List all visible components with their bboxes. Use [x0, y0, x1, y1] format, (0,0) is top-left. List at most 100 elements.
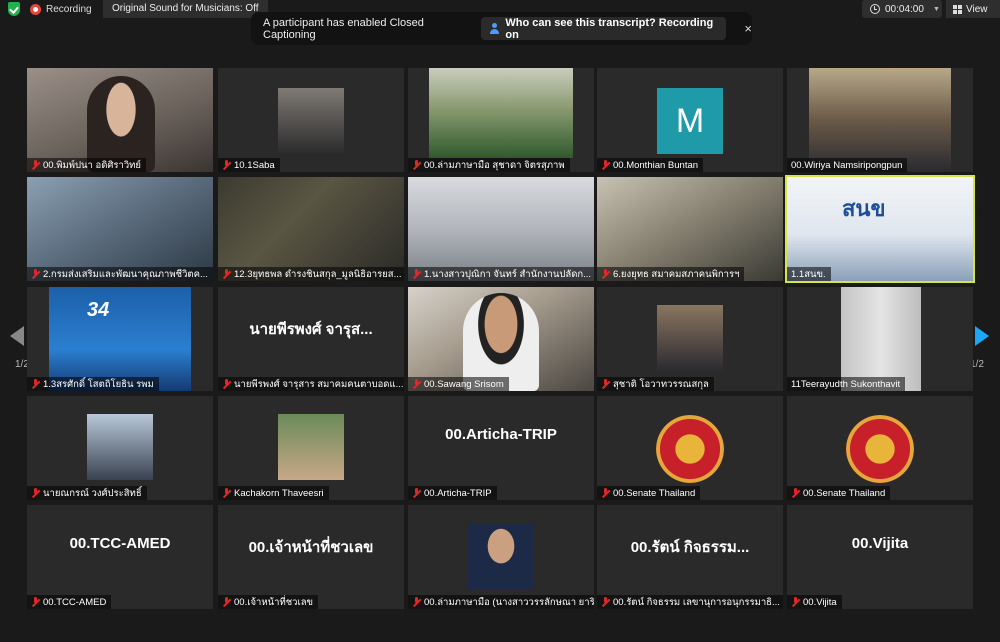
participant-name-bar: 00.Articha-TRIP — [408, 486, 497, 500]
participant-name-bar: Kachakorn Thaveesri — [218, 486, 329, 500]
participant-name: 1.1สนข. — [791, 268, 826, 280]
participant-name-bar: 00.Senate Thailand — [787, 486, 891, 500]
participant-name-bar: นายพีรพงศ์ จารุสาร สมาคมคนตาบอดแ... — [218, 377, 404, 391]
participant-tile[interactable]: 00.ล่ามภาษามือ (นางสาววรรลักษณา ยาริ... — [408, 505, 594, 609]
participant-tile[interactable]: Kachakorn Thaveesri — [218, 396, 404, 500]
participant-tile[interactable]: 00.ล่ามภาษามือ สุชาดา จิตรสุภาพ — [408, 68, 594, 172]
original-sound-button[interactable]: Original Sound for Musicians: Off — [103, 0, 268, 18]
participant-name: 00.Sawang Srisom — [424, 378, 504, 390]
participant-name-bar: 1.นางสาวปุณิกา จันทร์ สำนักงานปลัดก... — [408, 267, 594, 281]
participant-tile[interactable]: 1.นางสาวปุณิกา จันทร์ สำนักงานปลัดก... — [408, 177, 594, 281]
participant-name-bar: 00.Wiriya Namsiripongpun — [787, 158, 908, 172]
muted-mic-icon — [601, 379, 610, 389]
participant-name-bar: 00.รัตน์ กิจธรรม เลขานุการอนุกรรมาธิ... — [597, 595, 783, 609]
recording-indicator[interactable]: Recording — [30, 0, 92, 18]
participant-tile[interactable]: สุชาติ โอวาทวรรณสกุล — [597, 287, 783, 391]
muted-mic-icon — [412, 379, 421, 389]
participant-video — [841, 287, 921, 391]
participant-video — [408, 177, 594, 281]
participant-name: 00.Wiriya Namsiripongpun — [791, 159, 903, 171]
muted-mic-icon — [791, 597, 800, 607]
participant-name-bar: 00.ล่ามภาษามือ สุชาดา จิตรสุภาพ — [408, 158, 570, 172]
recording-label: Recording — [46, 3, 92, 15]
participant-tile[interactable]: 00.Articha-TRIP 00.Articha-TRIP — [408, 396, 594, 500]
logo-text: 34 — [87, 299, 110, 321]
grid-icon — [953, 4, 962, 14]
previous-page-arrow-icon[interactable] — [10, 326, 24, 346]
participant-video — [49, 287, 191, 391]
muted-mic-icon — [222, 488, 231, 498]
participant-tile-active-speaker[interactable]: สนข 1.1สนข. — [785, 175, 975, 283]
participant-tile[interactable]: 00.รัตน์ กิจธรรม... 00.รัตน์ กิจธรรม เลข… — [597, 505, 783, 609]
muted-mic-icon — [601, 160, 610, 170]
participant-video — [278, 414, 344, 480]
participant-tile[interactable]: นายณกรณ์ วงศ์ประสิทธิ์ — [27, 396, 213, 500]
participant-tile[interactable]: 10.1Saba — [218, 68, 404, 172]
participant-name: 00.Articha-TRIP — [424, 487, 492, 499]
participant-name-bar: 6.ยงยุทธ สมาคมสภาคนพิการฯ — [597, 267, 745, 281]
participant-tile[interactable]: 00.เจ้าหน้าที่ชวเลข 00.เจ้าหน้าที่ชวเลข — [218, 505, 404, 609]
muted-mic-icon — [222, 269, 231, 279]
participant-tile[interactable]: 6.ยงยุทธ สมาคมสภาคนพิการฯ — [597, 177, 783, 281]
security-shield-icon[interactable] — [8, 2, 20, 16]
participant-tile[interactable]: 2.กรมส่งเสริมและพัฒนาคุณภาพชีวิตค... — [27, 177, 213, 281]
participant-tile[interactable]: นายพีรพงศ์ จารุส... นายพีรพงศ์ จารุสาร ส… — [218, 287, 404, 391]
participant-tile[interactable]: 00.พิมพ์ปนา อดิศิราวิทย์ — [27, 68, 213, 172]
participant-tile[interactable]: M 00.Monthian Buntan — [597, 68, 783, 172]
participant-name-bar: 00.Vijita — [787, 595, 842, 609]
participant-video — [468, 523, 534, 589]
agency-sign-text: สนข — [842, 197, 886, 222]
muted-mic-icon — [222, 379, 231, 389]
chevron-down-icon: ▼ — [932, 5, 940, 13]
participant-name-bar: 00.Senate Thailand — [597, 486, 701, 500]
clock-icon — [870, 4, 880, 14]
participant-name-bar: 00.TCC-AMED — [27, 595, 112, 609]
participant-tile[interactable]: 11Teerayudth Sukonthavit — [787, 287, 973, 391]
participant-display-name: 00.รัตน์ กิจธรรม... — [630, 539, 750, 556]
close-icon[interactable]: × — [744, 21, 752, 36]
participant-name-bar: 12.3ยุทธพล ดำรงชินสกุล_มูลนิธิอารยส... — [218, 267, 404, 281]
participant-name-bar: 1.3สรศักดิ์ โสตถิโยธิน รพม — [27, 377, 159, 391]
participant-video — [87, 414, 153, 480]
senate-seal-icon — [846, 415, 914, 483]
muted-mic-icon — [31, 379, 40, 389]
participant-video — [429, 68, 573, 158]
muted-mic-icon — [412, 269, 421, 279]
muted-mic-icon — [601, 488, 610, 498]
participant-tile[interactable]: 12.3ยุทธพล ดำรงชินสกุล_มูลนิธิอารยส... — [218, 177, 404, 281]
transcript-visibility-button[interactable]: Who can see this transcript? Recording o… — [480, 17, 727, 41]
participant-display-name: 00.TCC-AMED — [69, 535, 171, 552]
participant-name: 00.Monthian Buntan — [613, 159, 699, 171]
next-page-arrow-icon[interactable] — [975, 326, 989, 346]
participant-video — [657, 305, 723, 371]
participant-name: 00.Senate Thailand — [803, 487, 886, 499]
muted-mic-icon — [31, 160, 40, 170]
participant-video — [218, 177, 404, 281]
participant-avatar: M — [657, 88, 723, 154]
muted-mic-icon — [222, 160, 231, 170]
participant-name: นายณกรณ์ วงศ์ประสิทธิ์ — [43, 487, 142, 499]
record-icon — [30, 3, 41, 15]
participant-video — [809, 68, 951, 172]
participant-tile[interactable]: 34 1.3สรศักดิ์ โสตถิโยธิน รพม — [27, 287, 213, 391]
participant-name: Kachakorn Thaveesri — [234, 487, 324, 499]
participant-display-name: นายพีรพงศ์ จารุส... — [249, 321, 373, 338]
participant-video — [278, 88, 344, 154]
participant-display-name: 00.Vijita — [851, 535, 909, 552]
participant-tile[interactable]: 00.Senate Thailand — [597, 396, 783, 500]
participant-tile[interactable]: 00.Senate Thailand — [787, 396, 973, 500]
participant-name-bar: 00.Monthian Buntan — [597, 158, 704, 172]
participant-tile[interactable]: 00.Wiriya Namsiripongpun — [787, 68, 973, 172]
participant-name: 00.พิมพ์ปนา อดิศิราวิทย์ — [43, 159, 141, 171]
participant-name-bar: 00.ล่ามภาษามือ (นางสาววรรลักษณา ยาริ... — [408, 595, 594, 609]
caption-message: A participant has enabled Closed Caption… — [263, 16, 424, 41]
participant-name-bar: 10.1Saba — [218, 158, 280, 172]
participant-display-name: 00.Articha-TRIP — [445, 426, 557, 443]
view-button[interactable]: View — [946, 0, 1000, 18]
participant-tile[interactable]: 00.Vijita 00.Vijita — [787, 505, 973, 609]
participant-name: 00.ล่ามภาษามือ (นางสาววรรลักษณา ยาริ... — [424, 596, 594, 608]
participant-tile[interactable]: 00.TCC-AMED 00.TCC-AMED — [27, 505, 213, 609]
meeting-timer[interactable]: 00:04:00 ▼ — [862, 0, 942, 18]
participant-name: 00.รัตน์ กิจธรรม เลขานุการอนุกรรมาธิ... — [613, 596, 780, 608]
participant-tile[interactable]: 00.Sawang Srisom — [408, 287, 594, 391]
